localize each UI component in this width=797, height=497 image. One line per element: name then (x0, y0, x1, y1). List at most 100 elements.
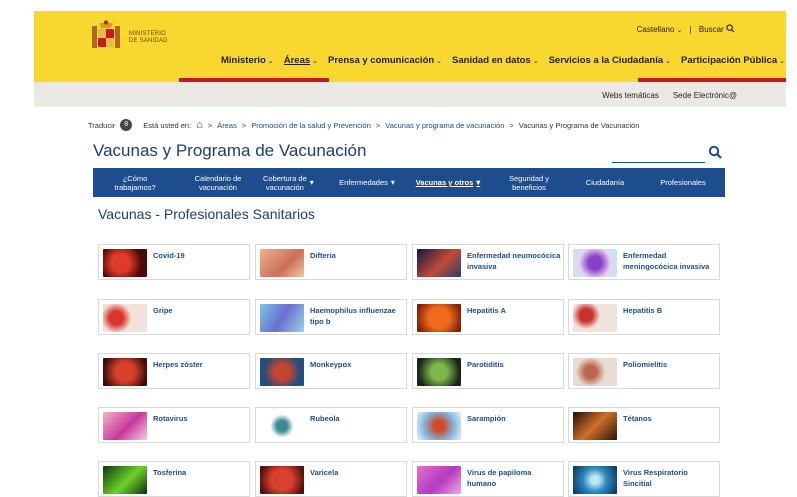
nav-areas[interactable]: Áreas ⌄ (284, 55, 318, 66)
disease-card[interactable]: Enfermedad meningocócica invasiva (568, 244, 720, 280)
disease-card-label: Gripe (153, 306, 173, 315)
disease-thumbnail (573, 304, 617, 332)
breadcrumb-sep: > (241, 120, 247, 130)
disease-card-label: Virus Respiratorio Sincitial (623, 468, 688, 488)
disease-thumbnail (103, 249, 147, 277)
disease-card[interactable]: Parotiditis (412, 353, 564, 389)
disease-card-label: Parotiditis (467, 360, 504, 369)
home-icon[interactable]: ⌂ (196, 119, 203, 131)
chevron-down-icon: ⌄ (676, 27, 683, 34)
disease-card[interactable]: Tétanos (568, 407, 720, 443)
nav-prensa[interactable]: Prensa y comunicación ⌄ (328, 55, 442, 66)
breadcrumb-item[interactable]: Vacunas y programa de vacunación (385, 121, 504, 130)
disease-card[interactable]: Tosferina (98, 461, 250, 497)
nav-participacion[interactable]: Participación Pública ⌄ (681, 55, 785, 66)
link-webs-tematicas[interactable]: Webs temáticas (602, 91, 659, 100)
disease-card[interactable]: Hepatitis A (412, 299, 564, 335)
language-selector[interactable]: Castellano (637, 25, 675, 34)
subnav-calendario[interactable]: Calendario de vacunación (177, 174, 259, 192)
subnav-ciudadania[interactable]: Ciudadanía (567, 178, 643, 187)
disease-thumbnail (260, 358, 304, 386)
disease-card-label: Enfermedad neumocócica invasiva (467, 251, 561, 271)
disease-card[interactable]: Difteria (255, 244, 407, 280)
subnav-como-trabajamos[interactable]: ¿Cómo trabajamos? (93, 174, 177, 192)
disease-card[interactable]: Varicela (255, 461, 407, 497)
breadcrumb-item[interactable]: Áreas (217, 121, 237, 130)
nav-sanidad-datos[interactable]: Sanidad en datos ⌄ (452, 55, 539, 66)
search-input[interactable] (612, 153, 706, 164)
ministry-line-1: MINISTERIO (129, 31, 167, 37)
disease-card[interactable]: Herpes zóster (98, 353, 250, 389)
disease-thumbnail (103, 466, 147, 494)
page-search (612, 148, 706, 164)
disease-thumbnail (573, 249, 617, 277)
chevron-down-icon: ⌄ (267, 58, 274, 65)
disease-card-label: Hepatitis A (467, 306, 506, 315)
disease-card-label: Virus de papiloma humano (467, 468, 532, 488)
disease-card-label: Covid-19 (153, 251, 185, 260)
nav-ministerio[interactable]: Ministerio ⌄ (221, 55, 274, 66)
disease-card[interactable]: Virus de papiloma humano (412, 461, 564, 497)
subnav-cobertura[interactable]: Cobertura de vacunación ▾ (259, 174, 329, 192)
breadcrumb-current: Vacunas y Programa de Vacunación (518, 120, 640, 130)
subnav-seguridad[interactable]: Seguridad y beneficios (491, 174, 567, 192)
disease-card-label: Tosferina (153, 468, 187, 477)
disease-card[interactable]: Sarampión (412, 407, 564, 443)
disease-card-label: Sarampión (467, 414, 506, 423)
search-icon[interactable] (708, 145, 722, 159)
disease-thumbnail (260, 412, 304, 440)
disease-card-label: Haemophilus influenzae tipo b (310, 306, 396, 326)
disease-card[interactable]: Poliomielitis (568, 353, 720, 389)
disease-card[interactable]: Monkeypox (255, 353, 407, 389)
search-icon[interactable] (726, 24, 735, 33)
disease-thumbnail (417, 249, 461, 277)
disease-card-label: Tétanos (623, 414, 652, 423)
nav-servicios[interactable]: Servicios a la Ciudadanía ⌄ (549, 55, 671, 66)
breadcrumb-sep: > (509, 120, 514, 130)
chevron-down-icon: ⌄ (312, 58, 319, 65)
chevron-down-icon: ⌄ (436, 58, 443, 65)
translate-link[interactable]: Traducir (88, 121, 115, 130)
disease-card-label: Rubeola (310, 414, 340, 423)
disease-card[interactable]: Gripe (98, 299, 250, 335)
breadcrumb-prefix: Está usted en: (143, 120, 192, 130)
disease-card[interactable]: Virus Respiratorio Sincitial (568, 461, 720, 497)
chevron-down-icon: ⌄ (665, 58, 672, 65)
disease-card[interactable]: Hepatitis B (568, 299, 720, 335)
chevron-down-icon: ⌄ (532, 58, 539, 65)
chevron-down-icon: ▾ (390, 178, 395, 187)
disease-thumbnail (103, 358, 147, 386)
subnav-enfermedades[interactable]: Enfermedades ▾ (329, 178, 405, 187)
disease-thumbnail (417, 466, 461, 494)
disease-card-label: Difteria (310, 251, 336, 260)
subnav-vacunas-otros[interactable]: Vacunas y otros ▾ (405, 178, 491, 187)
disease-card-label: Poliomielitis (623, 360, 668, 369)
coat-of-arms-logo[interactable] (88, 20, 124, 54)
section-nav: ¿Cómo trabajamos? Calendario de vacunación… (93, 168, 725, 197)
disease-card-label: Rotavirus (153, 414, 188, 423)
subnav-profesionales[interactable]: Profesionales (643, 178, 723, 187)
disease-card[interactable]: Rotavirus (98, 407, 250, 443)
disease-thumbnail (103, 304, 147, 332)
breadcrumb-item[interactable]: Promoción de la salud y Prevención (251, 121, 371, 130)
divider: | (689, 25, 692, 34)
disease-thumbnail (573, 358, 617, 386)
disease-thumbnail (417, 412, 461, 440)
disease-thumbnail (260, 249, 304, 277)
disease-card[interactable]: Covid-19 (98, 244, 250, 280)
translate-icon[interactable]: 8 (120, 119, 133, 131)
disease-thumbnail (417, 304, 461, 332)
disease-card-label: Herpes zóster (153, 360, 203, 369)
disease-thumbnail (417, 358, 461, 386)
ministry-name: MINISTERIO DE SANIDAD (129, 31, 168, 45)
page-title: Vacunas y Programa de Vacunación (93, 141, 367, 160)
search-link[interactable]: Buscar (699, 25, 724, 34)
disease-thumbnail (260, 304, 304, 332)
disease-card[interactable]: Rubeola (255, 407, 407, 443)
link-sede-electronica[interactable]: Sede Electrónic@ (673, 91, 737, 100)
disease-card-label: Monkeypox (310, 360, 352, 369)
disease-card[interactable]: Haemophilus influenzae tipo b (255, 299, 407, 335)
chevron-down-icon: ⌄ (779, 58, 785, 65)
disease-card-label: Hepatitis B (623, 306, 663, 315)
disease-card[interactable]: Enfermedad neumocócica invasiva (412, 244, 564, 280)
